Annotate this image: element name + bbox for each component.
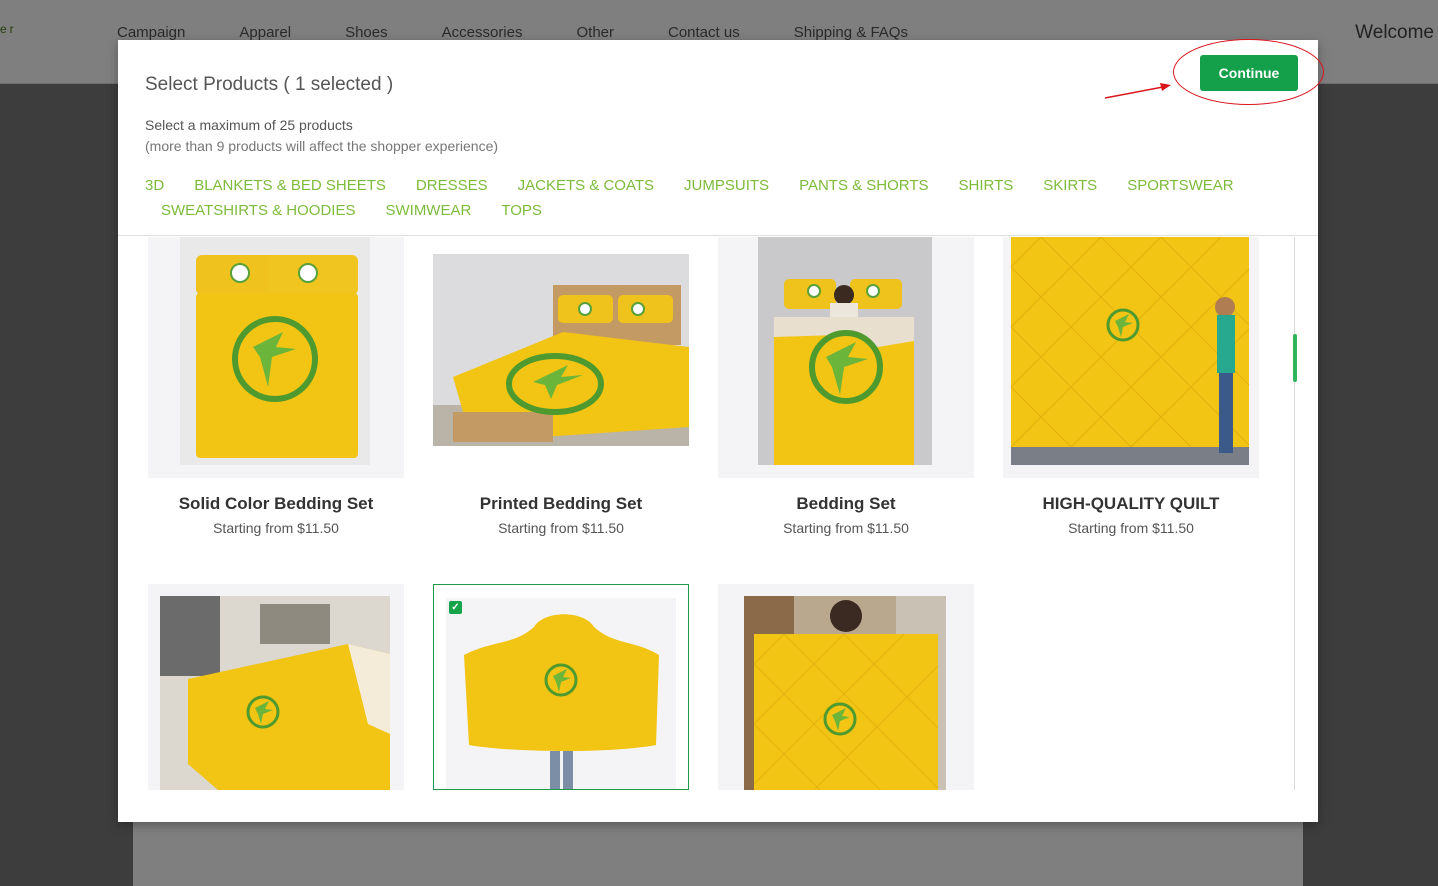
category-pants[interactable]: PANTS & SHORTS	[799, 177, 928, 194]
product-card[interactable]: ✓	[433, 584, 689, 790]
product-photo	[744, 596, 946, 790]
category-shirts[interactable]: SHIRTS	[959, 177, 1014, 194]
product-photo	[160, 596, 390, 790]
modal-note: (more than 9 products will affect the sh…	[145, 138, 499, 154]
arrow-annotation-icon	[1104, 83, 1171, 99]
product-photo	[446, 598, 676, 789]
product-price: Starting from $11.50	[783, 520, 909, 536]
product-card[interactable]	[148, 584, 404, 790]
category-row: 3D BLANKETS & BED SHEETS DRESSES JACKETS…	[145, 173, 1245, 198]
product-photo	[433, 254, 689, 446]
modal-title: Select Products ( 1 selected )	[145, 74, 394, 95]
category-skirts[interactable]: SKIRTS	[1043, 177, 1097, 194]
product-image[interactable]	[1003, 237, 1259, 478]
checkbox-checked-icon[interactable]: ✓	[449, 601, 462, 614]
product-photo	[758, 237, 932, 465]
product-name: Solid Color Bedding Set	[178, 494, 374, 513]
product-name: HIGH-QUALITY QUILT	[1042, 494, 1220, 513]
product-card[interactable]: HIGH-QUALITY QUILT Starting from $11.50	[1003, 237, 1259, 536]
product-card[interactable]	[718, 584, 974, 790]
scrollbar-thumb[interactable]	[1293, 334, 1297, 382]
continue-button[interactable]: Continue	[1200, 55, 1298, 91]
category-sportswear[interactable]: SPORTSWEAR	[1127, 177, 1233, 194]
product-grid: Solid Color Bedding Set Starting from $1…	[118, 237, 1318, 790]
scrollbar-track[interactable]	[1294, 237, 1295, 790]
product-photo	[180, 237, 370, 465]
category-sweatshirts[interactable]: SWEATSHIRTS & HOODIES	[161, 202, 355, 219]
category-dresses[interactable]: DRESSES	[416, 177, 488, 194]
select-products-modal: Select Products ( 1 selected ) Select a …	[118, 39, 1324, 822]
category-3d[interactable]: 3D	[145, 177, 164, 194]
category-swimwear[interactable]: SWIMWEAR	[385, 202, 471, 219]
category-row: SWEATSHIRTS & HOODIES SWIMWEAR TOPS	[145, 198, 1245, 223]
product-image[interactable]	[433, 237, 689, 478]
category-jackets[interactable]: JACKETS & COATS	[518, 177, 654, 194]
modal-header: Select Products ( 1 selected ) Select a …	[118, 39, 1324, 236]
product-image[interactable]	[718, 237, 974, 478]
product-price: Starting from $11.50	[1068, 520, 1194, 536]
modal-subtitle: Select a maximum of 25 products	[145, 117, 353, 133]
category-jumpsuits[interactable]: JUMPSUITS	[684, 177, 769, 194]
product-image[interactable]	[148, 237, 404, 478]
product-price: Starting from $11.50	[213, 520, 339, 536]
product-image[interactable]	[148, 584, 404, 790]
product-card[interactable]: Bedding Set Starting from $11.50	[718, 237, 974, 536]
product-image[interactable]: ✓	[433, 584, 689, 790]
product-card[interactable]: Solid Color Bedding Set Starting from $1…	[148, 237, 404, 536]
category-tops[interactable]: TOPS	[501, 202, 542, 219]
product-image[interactable]	[718, 584, 974, 790]
product-name: Bedding Set	[796, 494, 896, 513]
product-name: Printed Bedding Set	[479, 494, 643, 513]
product-price: Starting from $11.50	[498, 520, 624, 536]
category-blankets[interactable]: BLANKETS & BED SHEETS	[194, 177, 386, 194]
category-filter: 3D BLANKETS & BED SHEETS DRESSES JACKETS…	[145, 173, 1245, 223]
product-card[interactable]: Printed Bedding Set Starting from $11.50	[433, 237, 689, 536]
product-photo	[1010, 237, 1250, 465]
